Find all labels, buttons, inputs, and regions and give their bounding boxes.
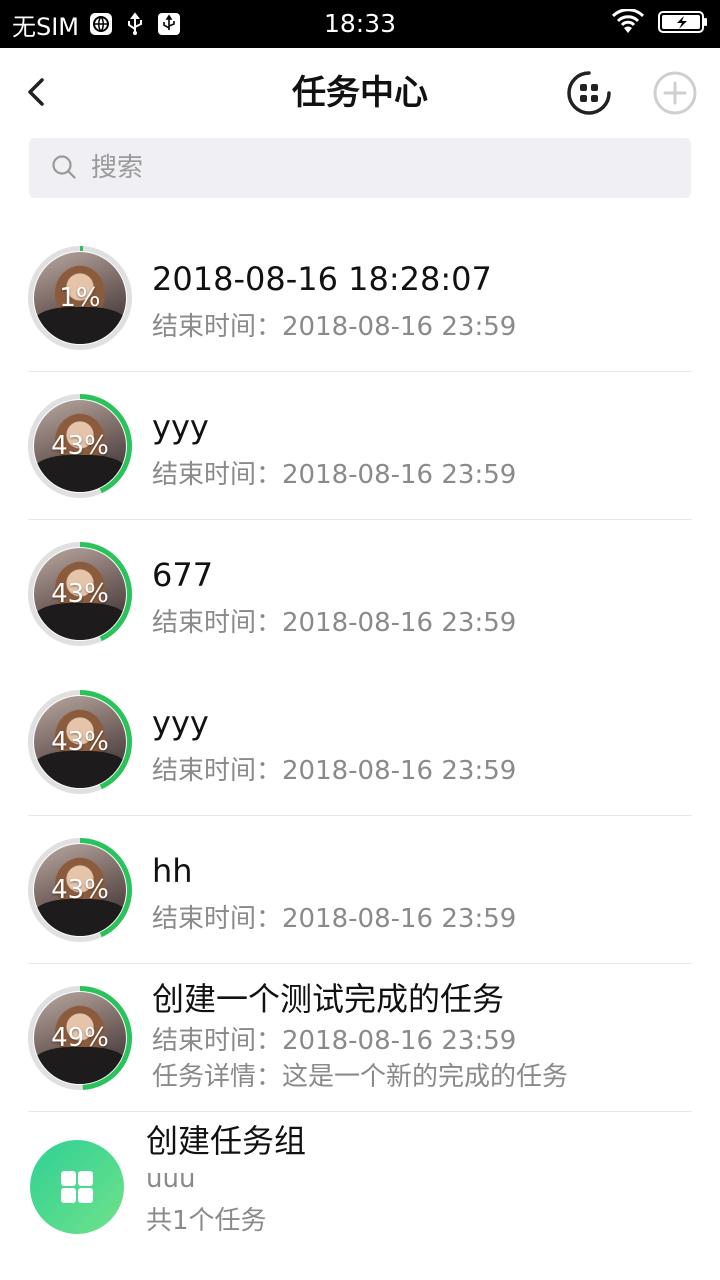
search-bar[interactable]: [29, 138, 691, 198]
wifi-icon: [611, 8, 645, 39]
status-bar: 无SIM 18:33: [0, 0, 720, 48]
task-title: 创建一个测试完成的任务: [152, 980, 505, 1018]
task-row[interactable]: 43% yyy 结束时间：2018-08-16 23:59: [0, 372, 720, 520]
task-progress-avatar: 43%: [28, 838, 132, 942]
app-grid-icon: [567, 71, 611, 115]
progress-percent: 43%: [51, 875, 109, 905]
task-end-time: 结束时间：2018-08-16 23:59: [152, 460, 517, 490]
task-group-icon: [30, 1140, 124, 1234]
task-detail: 任务详情：这是一个新的完成的任务: [152, 1062, 569, 1092]
task-end-time: 结束时间：2018-08-16 23:59: [152, 312, 517, 342]
task-progress-avatar: 1%: [28, 246, 132, 350]
task-row[interactable]: 43% 677 结束时间：2018-08-16 23:59: [0, 520, 720, 668]
task-row[interactable]: 49% 创建一个测试完成的任务 结束时间：2018-08-16 23:59 任务…: [0, 964, 720, 1112]
task-row[interactable]: 43% hh 结束时间：2018-08-16 23:59: [0, 816, 720, 964]
task-progress-avatar: 43%: [28, 690, 132, 794]
plus-circle-icon: [653, 71, 697, 115]
task-end-time: 结束时间：2018-08-16 23:59: [152, 1026, 517, 1056]
grid-icon: [61, 1171, 93, 1203]
task-progress-avatar: 49%: [28, 986, 132, 1090]
task-title: 677: [152, 556, 214, 594]
progress-percent: 49%: [51, 1023, 109, 1053]
task-title: yyy: [152, 704, 209, 742]
battery-charging-icon: [658, 10, 708, 38]
group-task-count: 共1个任务: [146, 1206, 267, 1236]
task-title: 2018-08-16 18:28:07: [152, 260, 492, 298]
task-title: hh: [152, 852, 193, 890]
progress-percent: 43%: [51, 727, 109, 757]
progress-percent: 43%: [51, 579, 109, 609]
task-row[interactable]: 43% yyy 结束时间：2018-08-16 23:59: [0, 668, 720, 816]
group-title: 创建任务组: [146, 1122, 307, 1160]
task-end-time: 结束时间：2018-08-16 23:59: [152, 756, 517, 786]
progress-percent: 43%: [51, 431, 109, 461]
search-icon: [52, 155, 76, 179]
task-end-time: 结束时间：2018-08-16 23:59: [152, 608, 517, 638]
group-subtitle: uuu: [146, 1164, 196, 1194]
search-input[interactable]: [91, 138, 651, 198]
task-end-time: 结束时间：2018-08-16 23:59: [152, 904, 517, 934]
nav-header: 任务中心: [0, 48, 720, 138]
task-list: 1% 2018-08-16 18:28:07 结束时间：2018-08-16 2…: [0, 224, 720, 1262]
progress-percent: 1%: [59, 283, 101, 313]
page-title: 任务中心: [292, 73, 428, 113]
task-title: yyy: [152, 408, 209, 446]
task-row[interactable]: 1% 2018-08-16 18:28:07 结束时间：2018-08-16 2…: [0, 224, 720, 372]
task-progress-avatar: 43%: [28, 394, 132, 498]
app-grid-button[interactable]: [566, 70, 612, 116]
add-button[interactable]: [652, 70, 698, 116]
task-progress-avatar: 43%: [28, 542, 132, 646]
task-group-row[interactable]: 创建任务组 uuu 共1个任务: [0, 1112, 720, 1262]
